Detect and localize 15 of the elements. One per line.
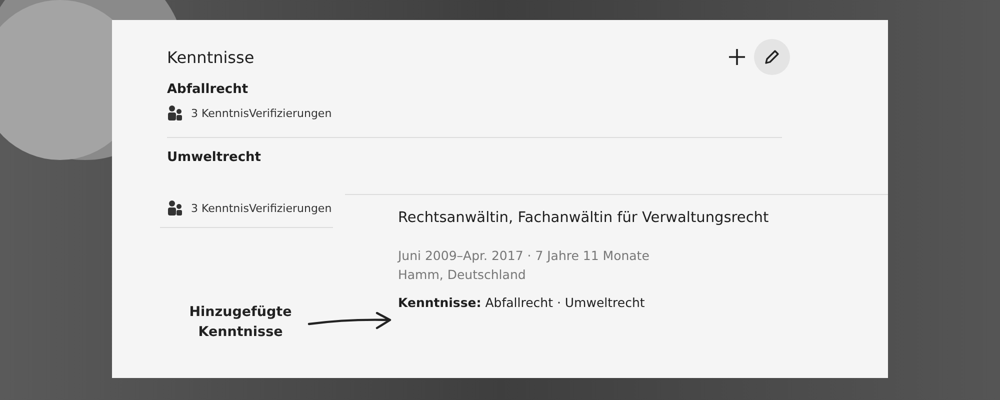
- add-icon[interactable]: [728, 48, 746, 66]
- job-dates: Juni 2009–Apr. 2017 · 7 Jahre 11 Monate: [398, 247, 650, 265]
- job-location: Hamm, Deutschland: [398, 266, 527, 284]
- verification-count: 3 KenntnisVerifizierungen: [191, 202, 332, 214]
- skill-name: Abfallrecht: [167, 82, 250, 97]
- people-icon: [167, 200, 183, 216]
- edit-button[interactable]: [754, 39, 790, 75]
- job-title: Rechtsanwältin, Fachanwältin für Verwaltungsrecht: [398, 210, 770, 226]
- pencil-icon: [763, 48, 781, 66]
- annotation-text: Hinzugefügte Kenntnisse: [188, 303, 293, 342]
- skill-name: Umweltrecht: [167, 150, 262, 165]
- section-title: Kenntnisse: [167, 48, 254, 66]
- verification-count: 3 KenntnisVerifizierungen: [191, 106, 332, 120]
- job-skills: Kenntnisse: Abfallrecht · Umweltrecht: [398, 295, 646, 310]
- people-icon: [167, 105, 183, 121]
